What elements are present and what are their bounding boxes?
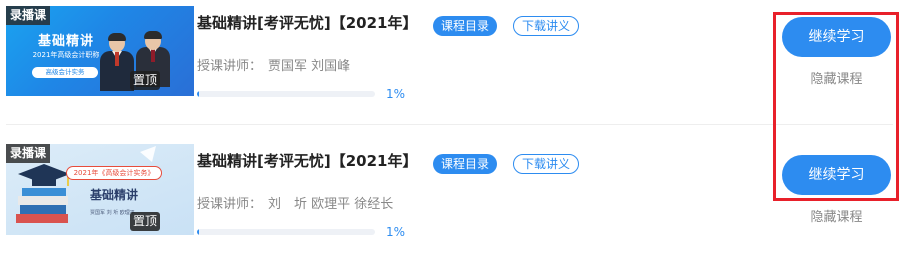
thumbnail-banner: 2021年《高级会计实务》 [66, 166, 162, 180]
lecturer-names: 刘 圻 欧理平 徐经长 [268, 197, 394, 212]
thumbnail-pill: 高级会计实务 [32, 67, 98, 78]
continue-learning-button[interactable]: 继续学习 [782, 155, 891, 195]
progress-percent: 1% [386, 87, 406, 101]
hide-course-link[interactable]: 隐藏课程 [782, 206, 891, 225]
pin-to-top-button[interactable]: 置顶 [129, 71, 160, 90]
progress-fill [197, 229, 200, 235]
lecturer-label: 授课讲师： [197, 59, 263, 74]
lecturer-photo [100, 33, 134, 96]
course-thumbnail[interactable]: 基础精讲 2021年高级会计职称 高级会计实务 录播课 置顶 [6, 6, 194, 96]
course-card: 2021年《高级会计实务》 基础精讲 贾国军 刘 圻 欧理平 录播课 置顶 基础… [0, 138, 899, 253]
recorded-course-tag: 录播课 [6, 6, 51, 25]
course-title[interactable]: 基础精讲[考评无忧]【2021年】 [197, 12, 417, 33]
row-divider [6, 124, 893, 125]
thumbnail-headline: 基础精讲 [89, 188, 138, 202]
download-handout-button[interactable]: 下载讲义 [513, 154, 580, 174]
lecturer-label: 授课讲师： [197, 197, 263, 212]
download-handout-button[interactable]: 下载讲义 [513, 16, 580, 36]
course-thumbnail[interactable]: 2021年《高级会计实务》 基础精讲 贾国军 刘 圻 欧理平 录播课 置顶 [6, 144, 194, 235]
lecturer-info: 授课讲师： 刘 圻 欧理平 徐经长 [197, 193, 393, 212]
course-catalog-button[interactable]: 课程目录 [433, 154, 498, 174]
lecturer-info: 授课讲师： 贾国军 刘国峰 [197, 55, 350, 74]
progress-percent: 1% [386, 225, 406, 239]
lecturer-names: 贾国军 刘国峰 [268, 59, 351, 74]
recorded-course-tag: 录播课 [6, 144, 51, 163]
continue-learning-button[interactable]: 继续学习 [782, 17, 891, 57]
progress-bar [197, 91, 375, 97]
progress-fill [197, 91, 200, 97]
progress-bar [197, 229, 375, 235]
pin-to-top-button[interactable]: 置顶 [129, 212, 160, 231]
hide-course-link[interactable]: 隐藏课程 [782, 68, 891, 87]
course-card: 基础精讲 2021年高级会计职称 高级会计实务 录播课 置顶 基础精讲[考评无忧… [0, 0, 899, 120]
course-catalog-button[interactable]: 课程目录 [433, 16, 498, 36]
course-title[interactable]: 基础精讲[考评无忧]【2021年】 [197, 150, 417, 171]
